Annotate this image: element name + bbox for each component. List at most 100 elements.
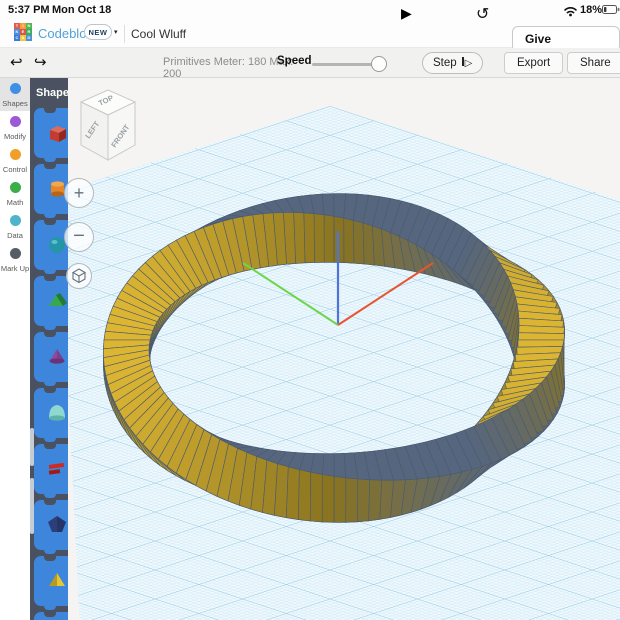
step-label: Step <box>433 57 457 69</box>
restart-button[interactable]: ↻ <box>476 4 489 24</box>
category-dot-icon <box>9 182 21 193</box>
sidebar-item-math[interactable]: Math <box>0 177 30 210</box>
polygon-shape-icon <box>48 516 66 532</box>
ring-segment-face[interactable] <box>356 478 371 523</box>
sidebar-item-modify[interactable]: Modify <box>0 111 30 144</box>
divider <box>124 25 125 43</box>
block-tab <box>44 549 56 554</box>
status-bar: 5:37 PM Mon Oct 18 18% <box>0 0 620 20</box>
zoom-in-button[interactable]: + <box>64 178 94 208</box>
block-notch <box>44 164 56 169</box>
category-label: Mark Up <box>0 264 30 273</box>
step-play-icon: ▷ <box>464 58 473 69</box>
document-title[interactable]: Cool Wluff <box>131 27 186 41</box>
chevron-down-icon[interactable]: ▾ <box>114 28 118 36</box>
cone-shape-icon <box>49 349 65 364</box>
shape-block-paraboloid[interactable] <box>34 388 68 442</box>
category-label: Modify <box>3 132 27 141</box>
pyramid-shape-icon <box>49 573 65 586</box>
shape-block-box[interactable] <box>34 108 68 162</box>
ring-segment-face[interactable] <box>286 466 300 520</box>
undo-button[interactable]: ↩ <box>10 53 23 71</box>
ring-segment-face[interactable] <box>298 469 311 522</box>
export-button[interactable]: Export <box>504 52 564 74</box>
shape-block-polygon[interactable] <box>34 500 68 554</box>
shape-block-cylinder[interactable] <box>34 164 68 218</box>
step-bar-icon <box>461 57 464 66</box>
block-notch <box>44 612 56 617</box>
scene-canvas[interactable] <box>68 78 620 620</box>
category-label: Math <box>6 198 24 207</box>
shape-block-pyramid[interactable] <box>34 556 68 610</box>
status-date: Mon Oct 18 <box>52 4 112 16</box>
home-view-button[interactable] <box>66 263 92 289</box>
category-sidebar: Shapes Modify Control Math Data Mark Up <box>0 78 30 620</box>
zoom-out-button[interactable]: − <box>64 222 94 252</box>
shape-block-sphere[interactable] <box>34 220 68 274</box>
shape-block-text[interactable] <box>34 444 68 498</box>
ring-segment-face[interactable] <box>517 332 565 341</box>
category-dot-icon <box>9 149 21 160</box>
ring-segment-face[interactable] <box>333 453 347 479</box>
home-view-cube-icon <box>71 268 87 284</box>
category-dot-icon <box>9 248 21 259</box>
ring-segment-face[interactable] <box>353 220 365 265</box>
category-dot-icon <box>9 116 21 127</box>
speed-slider-thumb[interactable] <box>370 56 387 72</box>
text-shape-icon <box>48 462 65 475</box>
shape-block-roof[interactable] <box>34 276 68 330</box>
view-cube[interactable]: TOP LEFT FRONT <box>72 86 146 168</box>
roof-shape-icon <box>49 293 67 306</box>
block-tab <box>44 325 56 330</box>
ring-segment-face[interactable] <box>368 479 383 522</box>
sidebar-item-control[interactable]: Control <box>0 144 30 177</box>
shape-block-partial[interactable] <box>34 612 68 620</box>
step-button[interactable]: Step ▷ <box>422 52 484 74</box>
category-label: Control <box>2 165 28 174</box>
ring-segment-face[interactable] <box>516 339 565 348</box>
category-label: Shapes <box>2 99 28 108</box>
panel-scrollbar[interactable] <box>30 478 34 534</box>
block-tab <box>44 381 56 386</box>
ring-segment-face[interactable] <box>343 217 355 264</box>
ring-segment-face[interactable] <box>303 212 315 264</box>
blocks-panel-title: Shapes <box>36 87 68 99</box>
ring-segment-face[interactable] <box>333 475 347 523</box>
3d-viewport[interactable]: TOP LEFT FRONT + − <box>64 78 620 620</box>
share-button[interactable]: Share <box>567 52 620 74</box>
category-dot-icon <box>9 83 21 94</box>
wifi-icon <box>564 7 577 17</box>
redo-button[interactable]: ↪ <box>34 53 47 71</box>
block-notch <box>44 332 56 337</box>
block-notch <box>44 444 56 449</box>
ring-segment-face[interactable] <box>345 477 359 523</box>
status-time: 5:37 PM <box>8 4 50 16</box>
battery-percent: 18% <box>580 4 603 16</box>
block-tab <box>44 213 56 218</box>
sidebar-item-data[interactable]: Data <box>0 210 30 243</box>
sidebar-item-shapes[interactable]: Shapes <box>0 78 30 111</box>
ring-segment-face[interactable] <box>309 471 323 523</box>
block-notch <box>44 556 56 561</box>
play-button[interactable]: ▶ <box>401 5 412 22</box>
speed-label: Speed <box>277 55 312 67</box>
shape-block-cone[interactable] <box>34 332 68 386</box>
ring-segment-face[interactable] <box>323 214 335 263</box>
block-notch <box>44 500 56 505</box>
ring-segment-face[interactable] <box>321 474 335 523</box>
category-label: Data <box>7 231 23 240</box>
logo-tile: D <box>26 35 32 41</box>
block-tab <box>44 437 56 442</box>
block-notch <box>44 220 56 225</box>
speed-slider[interactable] <box>312 56 387 72</box>
block-tab <box>44 269 56 274</box>
block-notch <box>44 276 56 281</box>
category-dot-icon <box>9 215 21 226</box>
panel-scrollbar[interactable] <box>30 428 34 466</box>
block-tab <box>44 605 56 610</box>
tinkercad-logo[interactable]: TINKERCAD <box>14 23 32 41</box>
sidebar-item-mark-up[interactable]: Mark Up <box>0 243 30 276</box>
ring-segment-face[interactable] <box>313 213 325 263</box>
ring-segment-face[interactable] <box>322 453 335 477</box>
block-notch <box>44 108 56 113</box>
